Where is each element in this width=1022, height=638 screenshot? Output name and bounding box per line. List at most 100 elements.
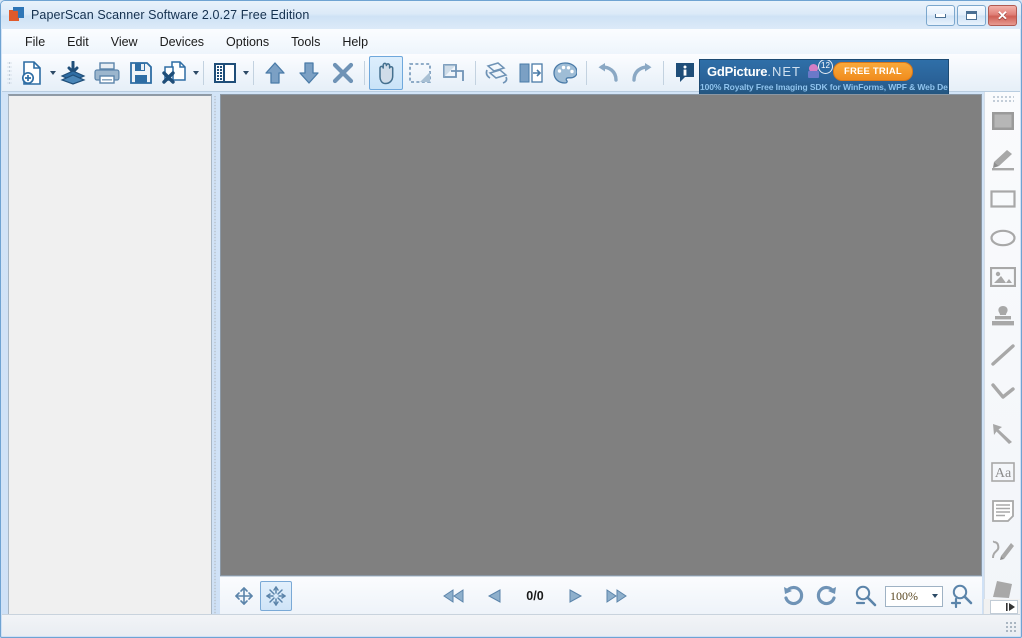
fit-to-window-button[interactable] (260, 581, 292, 611)
zoom-level-select[interactable]: 100% (885, 585, 943, 607)
zoom-level-value: 100% (890, 588, 918, 603)
fit-window-icon (266, 586, 286, 606)
annotation-toolbar-drag-handle[interactable] (991, 95, 1014, 102)
menu-options[interactable]: Options (215, 31, 280, 53)
rotate-page-icon (485, 61, 508, 84)
freehand-pen-icon (991, 540, 1014, 560)
menu-bar: File Edit View Devices Options Tools Hel… (2, 29, 1020, 54)
minimize-button[interactable] (926, 5, 955, 26)
resize-grip[interactable] (1005, 621, 1017, 633)
polyline-icon (990, 383, 1015, 399)
palette-icon (553, 61, 577, 84)
gdpicture-banner[interactable]: GdPicture .NET 12 FREE TRIAL 100% Royalt… (699, 59, 949, 95)
polygon-icon (992, 581, 1012, 598)
close-document-dropdown-arrow[interactable] (193, 70, 199, 75)
next-page-icon (569, 589, 583, 603)
page-navigation: 0/0 (438, 581, 632, 611)
menu-file[interactable]: File (14, 31, 56, 53)
rotate-left-button[interactable] (778, 581, 810, 611)
zoom-in-button[interactable] (946, 581, 978, 611)
arrow-tool[interactable] (987, 417, 1019, 449)
rubber-stamp-tool[interactable] (987, 300, 1019, 332)
toolbar-drag-handle[interactable] (7, 60, 12, 85)
rotate-right-icon (816, 585, 836, 606)
workspace: 0/0 100% Aa (2, 92, 1020, 615)
fit-page-button[interactable] (228, 581, 260, 611)
pencil-tool[interactable] (987, 144, 1019, 176)
maximize-button[interactable] (957, 5, 986, 26)
redo-button[interactable] (625, 56, 659, 90)
title-bar: PaperScan Scanner Software 2.0.27 Free E… (1, 1, 1021, 29)
annotation-rail-scrollbar[interactable] (983, 599, 1020, 615)
marquee-select-icon (409, 62, 431, 83)
print-button[interactable] (90, 56, 124, 90)
move-page-down-button[interactable] (292, 56, 326, 90)
zoom-dropdown-arrow[interactable] (932, 594, 938, 598)
paperscan-logo-icon (9, 7, 25, 23)
rotate-tool-button[interactable] (480, 56, 514, 90)
toolbar-separator (586, 60, 587, 85)
annotation-rail-scroll-track[interactable] (990, 600, 1018, 614)
menu-edit[interactable]: Edit (56, 31, 100, 53)
panel-layout-dropdown-arrow[interactable] (243, 70, 249, 75)
next-page-button[interactable] (559, 581, 591, 611)
about-info-button[interactable] (668, 56, 702, 90)
polyline-tool[interactable] (987, 378, 1019, 410)
hand-icon (379, 62, 394, 84)
previous-page-button[interactable] (479, 581, 511, 611)
arrow-pointer-icon (992, 424, 1012, 444)
close-button[interactable]: ✕ (988, 5, 1017, 26)
delete-page-icon (162, 60, 186, 84)
freehand-tool[interactable] (987, 534, 1019, 566)
acquire-scan-button[interactable] (56, 56, 90, 90)
select-region-tool-button[interactable] (403, 56, 437, 90)
zoom-in-icon (950, 584, 973, 608)
filled-region-icon (991, 112, 1014, 130)
rotate-right-button[interactable] (810, 581, 842, 611)
new-document-icon (21, 60, 41, 85)
document-viewer[interactable] (220, 94, 982, 576)
text-tool[interactable]: Aa (987, 456, 1019, 488)
panel-layout-button[interactable] (208, 56, 242, 90)
crop-tool-button[interactable] (437, 56, 471, 90)
menu-tools[interactable]: Tools (280, 31, 331, 53)
menu-help[interactable]: Help (331, 31, 379, 53)
region-select-tool[interactable] (987, 105, 1019, 137)
first-page-button[interactable] (438, 581, 470, 611)
zoom-out-button[interactable] (850, 581, 882, 611)
pan-tool-button[interactable] (369, 55, 403, 90)
split-page-button[interactable] (514, 56, 548, 90)
toolbar-separator (253, 60, 254, 85)
maximize-icon (966, 11, 977, 20)
undo-arrow-icon (598, 62, 618, 82)
color-adjust-button[interactable] (548, 56, 582, 90)
menu-devices[interactable]: Devices (149, 31, 215, 53)
image-tool[interactable] (987, 261, 1019, 293)
close-document-button[interactable] (158, 56, 192, 90)
rectangle-icon (989, 190, 1016, 208)
free-trial-button[interactable]: FREE TRIAL (832, 61, 913, 81)
viewer-status-bar: 0/0 100% (220, 576, 982, 615)
sticky-note-tool[interactable] (987, 495, 1019, 527)
menu-view[interactable]: View (100, 31, 149, 53)
line-tool[interactable] (987, 339, 1019, 371)
new-document-button[interactable] (15, 56, 49, 90)
ellipse-icon (989, 229, 1016, 247)
toolbar-separator (203, 60, 204, 85)
save-button[interactable] (124, 56, 158, 90)
last-page-button[interactable] (600, 581, 632, 611)
page-thumbnails-panel[interactable] (8, 94, 212, 615)
info-bubble-icon (676, 62, 694, 82)
application-window: PaperScan Scanner Software 2.0.27 Free E… (0, 0, 1022, 638)
undo-button[interactable] (591, 56, 625, 90)
rotate-left-icon (784, 585, 804, 606)
text-aa-icon: Aa (990, 462, 1015, 482)
move-page-up-button[interactable] (258, 56, 292, 90)
rectangle-tool[interactable] (987, 183, 1019, 215)
image-icon (989, 267, 1016, 287)
svg-text:Aa: Aa (994, 466, 1011, 481)
window-bottom-strip (2, 614, 1020, 636)
printer-icon (94, 61, 120, 84)
ellipse-tool[interactable] (987, 222, 1019, 254)
delete-page-button[interactable] (326, 56, 360, 90)
